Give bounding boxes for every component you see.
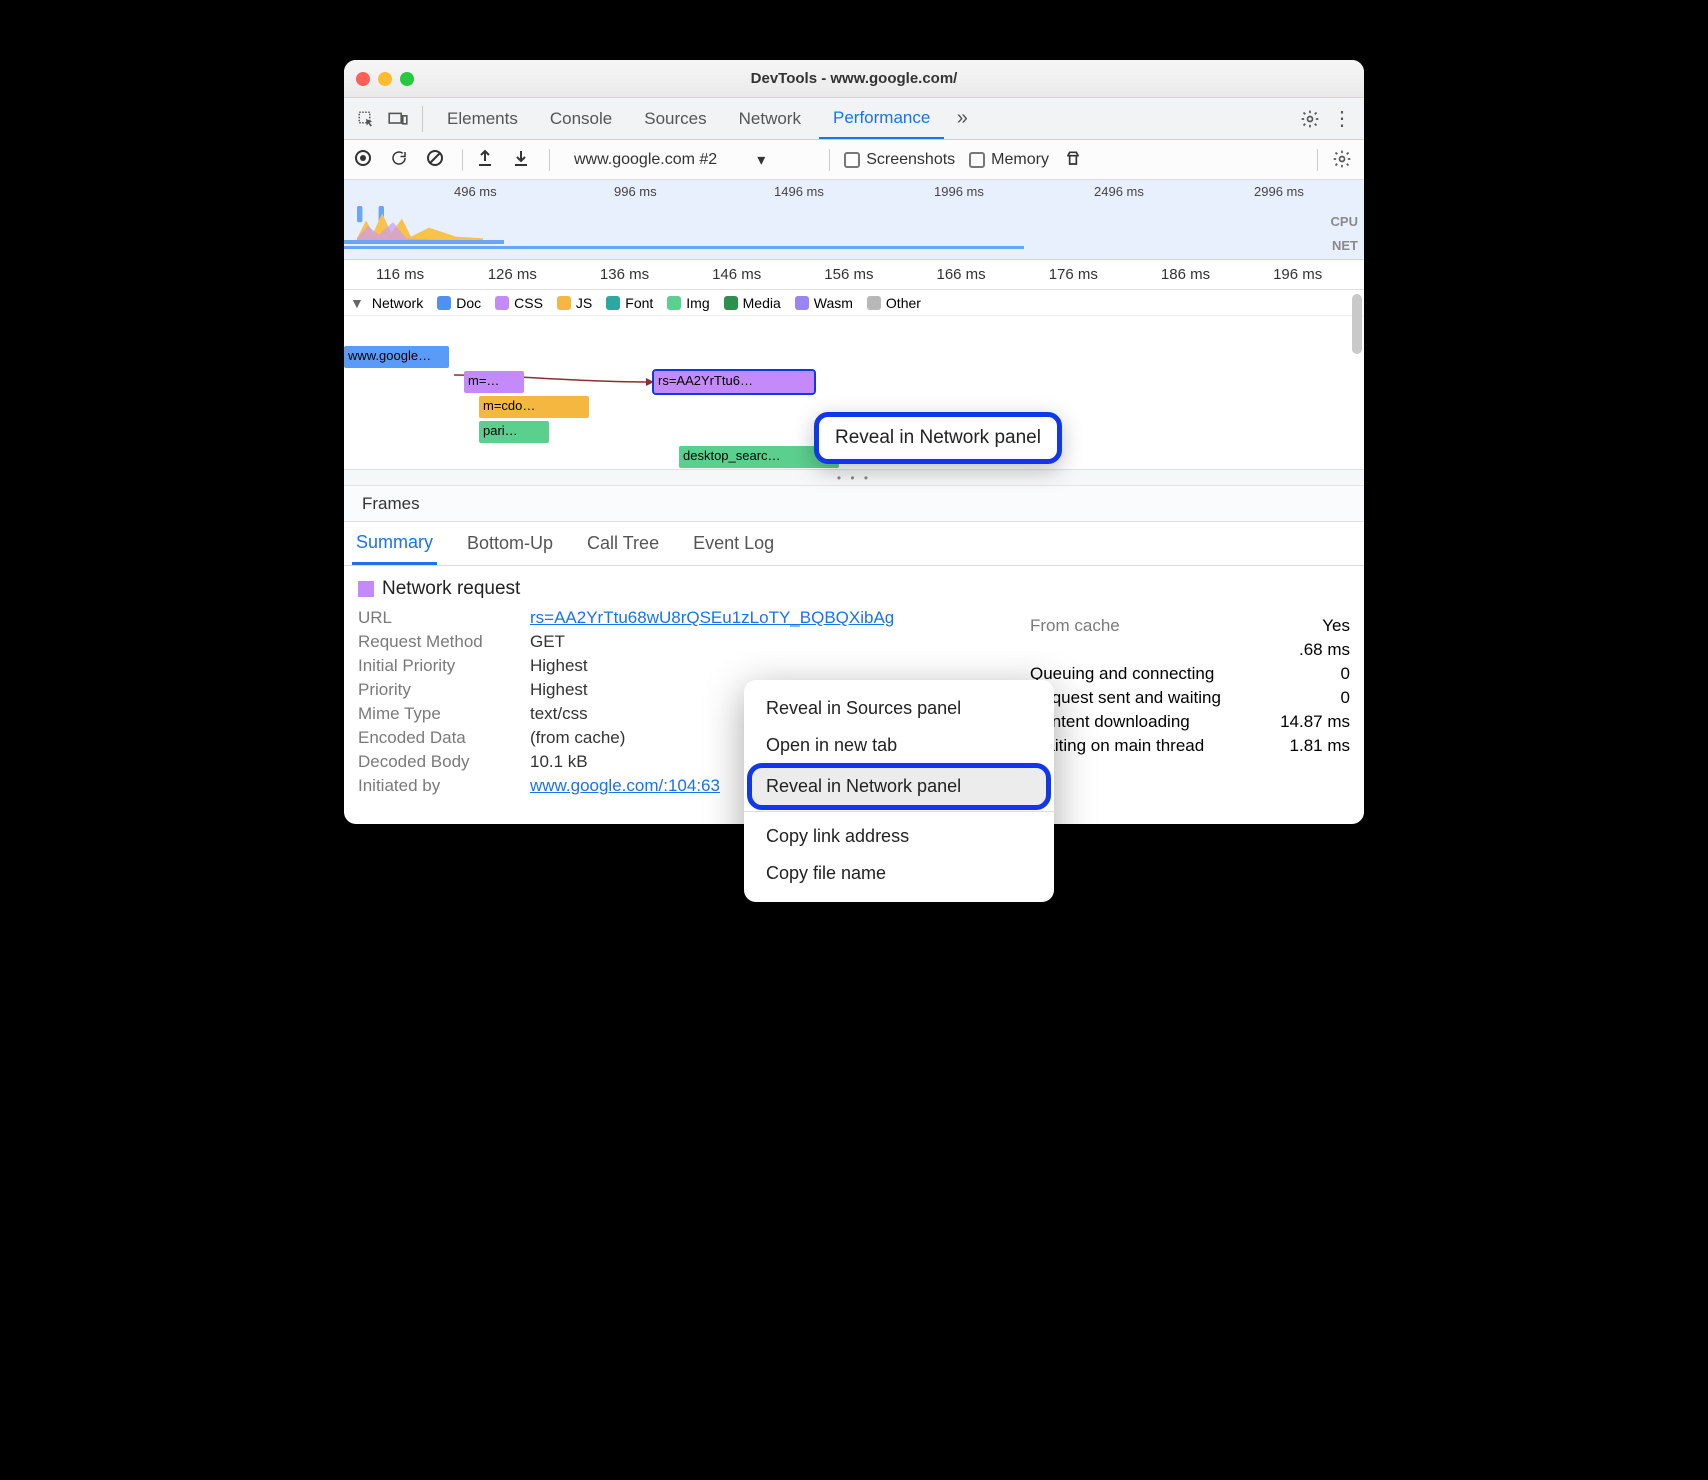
network-bar[interactable]: rs=AA2YrTtu6…	[654, 371, 814, 393]
garbage-collect-icon[interactable]	[1063, 149, 1085, 171]
cpu-label: CPU	[1331, 214, 1358, 229]
close-window-button[interactable]	[356, 72, 370, 86]
perf-settings-icon[interactable]	[1332, 149, 1354, 171]
traffic-lights	[356, 72, 414, 86]
overview-timeline[interactable]: 496 ms 996 ms 1496 ms 1996 ms 2496 ms 29…	[344, 180, 1364, 260]
inspect-icon[interactable]	[352, 105, 380, 133]
chevron-down-icon: ▾	[757, 150, 765, 170]
reload-record-button[interactable]	[390, 149, 412, 171]
legend-font: Font	[606, 295, 653, 311]
legend-media: Media	[724, 295, 781, 311]
screenshots-checkbox[interactable]: Screenshots	[844, 151, 955, 169]
download-icon[interactable]	[513, 149, 535, 171]
tab-elements[interactable]: Elements	[433, 98, 532, 139]
upload-icon[interactable]	[477, 149, 499, 171]
ctx-open-new-tab[interactable]: Open in new tab	[744, 727, 1054, 764]
minimize-window-button[interactable]	[378, 72, 392, 86]
url-link[interactable]: rs=AA2YrTtu68wU8rQSEu1zLoTY_BQBQXibAg	[530, 608, 894, 628]
network-bar[interactable]: m=cdo…	[479, 396, 589, 418]
tab-summary[interactable]: Summary	[352, 522, 437, 565]
recording-select-label: www.google.com #2	[574, 151, 717, 169]
timing-column: From cacheYes .68 ms Queuing and connect…	[1030, 612, 1350, 760]
recording-select[interactable]: www.google.com #2 ▾	[564, 150, 815, 170]
network-lane-header[interactable]: ▼ Network Doc CSS JS Font Img Media Wasm Other	[344, 290, 1364, 316]
tab-call-tree[interactable]: Call Tree	[583, 522, 663, 565]
network-bar[interactable]: pari…	[479, 421, 549, 443]
settings-icon[interactable]	[1296, 105, 1324, 133]
kebab-menu-icon[interactable]: ⋮	[1328, 105, 1356, 133]
tab-performance[interactable]: Performance	[819, 98, 944, 139]
legend-wasm: Wasm	[795, 295, 853, 311]
memory-checkbox[interactable]: Memory	[969, 151, 1049, 169]
legend-other: Other	[867, 295, 921, 311]
lane-scrollbar[interactable]	[1352, 294, 1362, 354]
reveal-tooltip[interactable]: Reveal in Network panel	[814, 412, 1062, 464]
legend-img: Img	[667, 295, 709, 311]
ctx-reveal-sources[interactable]: Reveal in Sources panel	[744, 690, 1054, 727]
collapse-triangle-icon: ▼	[350, 295, 364, 311]
details-title: Network request	[358, 578, 1350, 600]
detail-ruler: 116 ms 126 ms 136 ms 146 ms 156 ms 166 m…	[344, 260, 1364, 290]
perf-toolbar: www.google.com #2 ▾ Screenshots Memory	[344, 140, 1364, 180]
titlebar: DevTools - www.google.com/	[344, 60, 1364, 98]
window-title: DevTools - www.google.com/	[344, 70, 1364, 87]
tab-event-log[interactable]: Event Log	[689, 522, 778, 565]
tab-console[interactable]: Console	[536, 98, 626, 139]
clear-button[interactable]	[426, 149, 448, 171]
net-label: NET	[1332, 238, 1358, 253]
frames-row[interactable]: Frames	[344, 486, 1364, 522]
device-toggle-icon[interactable]	[384, 105, 412, 133]
legend-js: JS	[557, 295, 592, 311]
drag-handle[interactable]: • • •	[344, 470, 1364, 486]
ctx-copy-link[interactable]: Copy link address	[744, 818, 1054, 855]
legend-doc: Doc	[437, 295, 481, 311]
more-tabs-icon[interactable]: »	[948, 105, 976, 133]
tab-bottom-up[interactable]: Bottom-Up	[463, 522, 557, 565]
main-tabstrip: Elements Console Sources Network Perform…	[344, 98, 1364, 140]
maximize-window-button[interactable]	[400, 72, 414, 86]
record-button[interactable]	[354, 149, 376, 171]
css-swatch-icon	[358, 581, 374, 597]
ctx-copy-filename[interactable]: Copy file name	[744, 855, 1054, 892]
devtools-window: DevTools - www.google.com/ Elements Cons…	[344, 60, 1364, 824]
network-bar[interactable]: m=…	[464, 371, 524, 393]
ctx-reveal-network[interactable]: Reveal in Network panel	[752, 768, 1046, 805]
legend-css: CSS	[495, 295, 543, 311]
tab-sources[interactable]: Sources	[630, 98, 720, 139]
tab-network[interactable]: Network	[725, 98, 815, 139]
network-bar[interactable]: www.google…	[344, 346, 449, 368]
network-label: Network	[372, 295, 423, 311]
context-menu: Reveal in Sources panel Open in new tab …	[744, 680, 1054, 902]
details-tabstrip: Summary Bottom-Up Call Tree Event Log	[344, 522, 1364, 566]
initiator-link[interactable]: www.google.com/:104:63	[530, 776, 720, 796]
overview-flame-icon	[350, 206, 490, 242]
